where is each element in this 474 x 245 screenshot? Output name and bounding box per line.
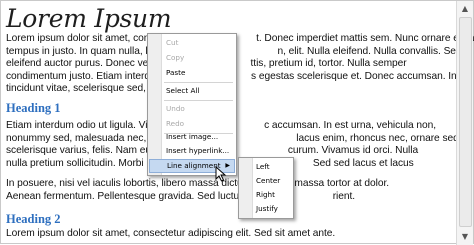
submenu-item-left[interactable]: Left xyxy=(240,160,292,174)
scroll-up-arrow-icon[interactable]: ▲ xyxy=(459,3,471,15)
menu-item-copy[interactable]: Copy xyxy=(149,51,235,65)
scroll-down-arrow-icon[interactable]: ▼ xyxy=(459,231,471,243)
submenu-item-justify[interactable]: Justify xyxy=(240,202,292,216)
menu-item-redo[interactable]: Redo xyxy=(149,117,235,131)
menu-separator xyxy=(164,82,233,83)
submenu-item-right[interactable]: Right xyxy=(240,188,292,202)
line-alignment-submenu: Left Center Right Justify xyxy=(238,157,294,219)
vertical-scrollbar[interactable]: ▲ ▼ xyxy=(456,1,473,245)
submenu-item-center[interactable]: Center xyxy=(240,174,292,188)
paragraph-4: Lorem ipsum dolor sit amet, consectetur … xyxy=(6,228,454,241)
heading-2: Heading 2 xyxy=(6,211,61,226)
editor-window: Lorem Ipsum Lorem ipsum dolor sit amet, … xyxy=(0,0,474,245)
context-menu: Cut Copy Paste Select All Undo Redo Inse… xyxy=(147,33,237,176)
text-line: Lorem ipsum dolor sit amet, consectetur … xyxy=(6,227,336,239)
menu-separator xyxy=(164,100,233,101)
mouse-pointer-icon xyxy=(215,166,227,182)
menu-item-cut[interactable]: Cut xyxy=(149,36,235,50)
menu-item-insert-image[interactable]: Insert image... xyxy=(149,130,235,144)
menu-item-select-all[interactable]: Select All xyxy=(149,84,235,98)
paragraph-3: In posuere, nisi vel iaculis lobortis, l… xyxy=(6,178,454,203)
menu-item-label: Line alignment xyxy=(167,161,221,170)
menu-item-insert-hyperlink[interactable]: Insert hyperlink... xyxy=(149,144,235,158)
menu-item-undo[interactable]: Undo xyxy=(149,102,235,116)
menu-item-paste[interactable]: Paste xyxy=(149,66,235,80)
document-title: Lorem Ipsum xyxy=(6,4,172,33)
text-line: In posuere, nisi vel iaculis lobortis, l… xyxy=(6,178,390,190)
text-line: Aenean fermentum. Pellentesque gravida. … xyxy=(6,190,356,202)
scrollbar-thumb[interactable] xyxy=(459,17,472,227)
